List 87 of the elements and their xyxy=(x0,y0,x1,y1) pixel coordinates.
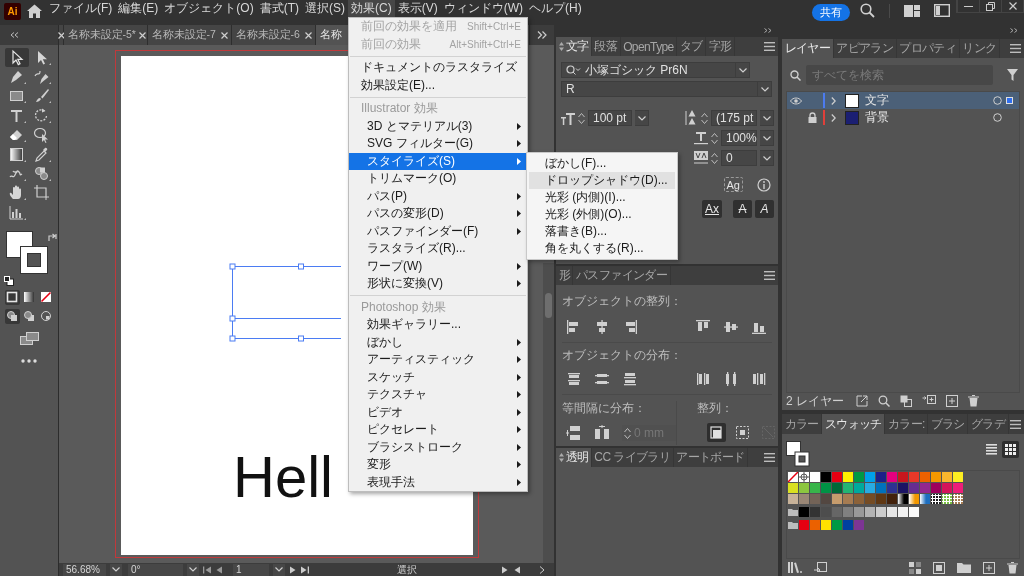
panel-tab[interactable]: アートボード xyxy=(673,448,749,467)
panel-tab[interactable]: 透明 xyxy=(556,448,592,467)
menu-item[interactable]: ビデオ xyxy=(349,403,527,421)
panel-tab[interactable]: ブラシ xyxy=(928,414,969,434)
panel-tab[interactable]: プロパティ xyxy=(896,39,960,58)
menu-item[interactable]: ドロップシャドウ(D)... xyxy=(529,172,675,189)
menu-item[interactable]: アーティスティック xyxy=(349,351,527,369)
panel-tab[interactable]: タブ xyxy=(677,37,706,56)
menu-item[interactable]: 書式(T) xyxy=(256,0,302,17)
panel-tab[interactable]: スウォッチ xyxy=(822,414,886,434)
menu-item[interactable]: オブジェクト(O) xyxy=(161,0,257,17)
panel-tab[interactable]: 字形 xyxy=(706,37,735,56)
menu-item[interactable]: スケッチ xyxy=(349,368,527,386)
menu-item[interactable]: 表示(V) xyxy=(394,0,441,17)
font-family-field[interactable]: 小塚ゴシック Pr6N xyxy=(561,62,736,78)
document-tab[interactable]: 名称未設定-5* xyxy=(64,25,148,45)
menu-item[interactable]: 選択(S) xyxy=(302,0,348,17)
section-label: 等間隔に分布： xyxy=(562,401,647,416)
panel-tab[interactable]: カラー: xyxy=(885,414,929,434)
shortcut: Shift+Ctrl+E xyxy=(466,20,521,34)
menu-item[interactable]: SVG フィルター(G) xyxy=(349,135,527,153)
menu-item[interactable]: 光彩 (外側)(O)... xyxy=(529,206,675,223)
type-style-button[interactable]: A xyxy=(733,200,752,218)
menu-item[interactable]: ファイル(F) xyxy=(46,0,116,17)
menu-item[interactable]: 3D とマテリアル(3) xyxy=(349,117,527,135)
glyph-snap-button[interactable]: Ag xyxy=(723,177,743,192)
share-button[interactable]: 共有 xyxy=(812,4,850,21)
panel-tab[interactable]: OpenType xyxy=(620,37,678,56)
menu-item[interactable]: ブラシストローク xyxy=(349,438,527,456)
section-label: 整列： xyxy=(697,401,734,416)
menu-item[interactable]: 落書き(B)... xyxy=(529,223,675,240)
menu-item[interactable]: ぼかし(F)... xyxy=(529,155,675,172)
panel-tab[interactable]: CC ライブラリ xyxy=(591,448,674,467)
panel-tab[interactable]: レイヤー xyxy=(782,39,834,58)
type-style-button[interactable]: Ax xyxy=(702,200,722,218)
artboard-text: Hell xyxy=(233,448,333,506)
menu-section-header: Photoshop 効果 xyxy=(360,298,447,316)
font-size-field[interactable]: 100 pt xyxy=(588,110,632,126)
vertical-scale-field[interactable]: 100% xyxy=(721,130,757,146)
menu-item[interactable]: ヘルプ(H) xyxy=(526,0,585,17)
panel-tab[interactable]: 文字 xyxy=(556,37,592,56)
leading-field[interactable]: (175 pt xyxy=(711,110,757,126)
menu-section-header: Illustrator 効果 xyxy=(360,100,439,118)
menu-item[interactable]: ラスタライズ(R)... xyxy=(349,240,527,258)
menu-item[interactable]: 表現手法 xyxy=(349,473,527,491)
layer-count: 2 レイヤー xyxy=(786,392,844,410)
artboard-field[interactable]: 1 xyxy=(233,563,269,576)
panel-tab[interactable]: リンク xyxy=(959,39,1000,58)
tracking-field[interactable]: 0 xyxy=(721,150,757,166)
menu-item[interactable]: パスファインダー(F) xyxy=(349,222,527,240)
layer-row[interactable]: 背景 xyxy=(787,109,1019,126)
menu-item[interactable]: 効果ギャラリー... xyxy=(349,316,527,334)
layer-name: 背景 xyxy=(865,109,889,126)
menu-item[interactable]: テクスチャ xyxy=(349,386,527,404)
menu-item[interactable]: スタイライズ(S) xyxy=(349,152,527,170)
menu-item[interactable]: 変形 xyxy=(349,456,527,474)
menu-item[interactable]: パス(P) xyxy=(349,187,527,205)
menu-item[interactable]: ドキュメントのラスタライズ効果設定(E)... xyxy=(349,59,527,94)
menu-item[interactable]: 光彩 (内側)(I)... xyxy=(529,189,675,206)
type-style-button[interactable]: A xyxy=(755,200,774,218)
shortcut: Alt+Shift+Ctrl+E xyxy=(448,37,521,52)
layer-row[interactable]: 文字 xyxy=(787,92,1019,109)
app-logo: Ai xyxy=(4,3,21,20)
document-tab[interactable]: 名称未設定-6 xyxy=(232,25,316,45)
panel-tab[interactable]: 段落 xyxy=(591,37,621,56)
panel-tab[interactable]: グラデ xyxy=(968,414,1009,434)
rotation-field[interactable]: 0° xyxy=(128,563,183,576)
font-style-field[interactable]: R xyxy=(561,81,758,97)
menu-item[interactable]: ピクセレート xyxy=(349,421,527,439)
menu-item[interactable]: ぼかし xyxy=(349,333,527,351)
menu-item[interactable]: 角を丸くする(R)... xyxy=(529,240,675,257)
menu-item[interactable]: ワープ(W) xyxy=(349,257,527,275)
menu-item[interactable]: ウィンドウ(W) xyxy=(440,0,526,17)
layer-name: 文字 xyxy=(865,92,889,109)
zoom-field[interactable]: 56.68% xyxy=(63,563,106,576)
menu-item[interactable]: トリムマーク(O) xyxy=(349,170,527,188)
document-tab[interactable]: 名称未設定-7 xyxy=(148,25,232,45)
panel-tab[interactable]: 形 xyxy=(556,266,574,285)
menu-item[interactable]: パスの変形(D) xyxy=(349,205,527,223)
current-tool: 選択 xyxy=(397,562,417,576)
section-label: オブジェクトの整列： xyxy=(562,294,683,309)
menu-item[interactable]: 形状に変換(V) xyxy=(349,275,527,293)
panel-tab[interactable]: アピアラン xyxy=(833,39,897,58)
menu-item[interactable]: 効果(C) xyxy=(348,0,395,17)
menu-item[interactable]: 編集(E) xyxy=(115,0,162,17)
panel-tab[interactable]: パスファインダー xyxy=(573,266,671,285)
section-label: オブジェクトの分布： xyxy=(562,348,683,363)
